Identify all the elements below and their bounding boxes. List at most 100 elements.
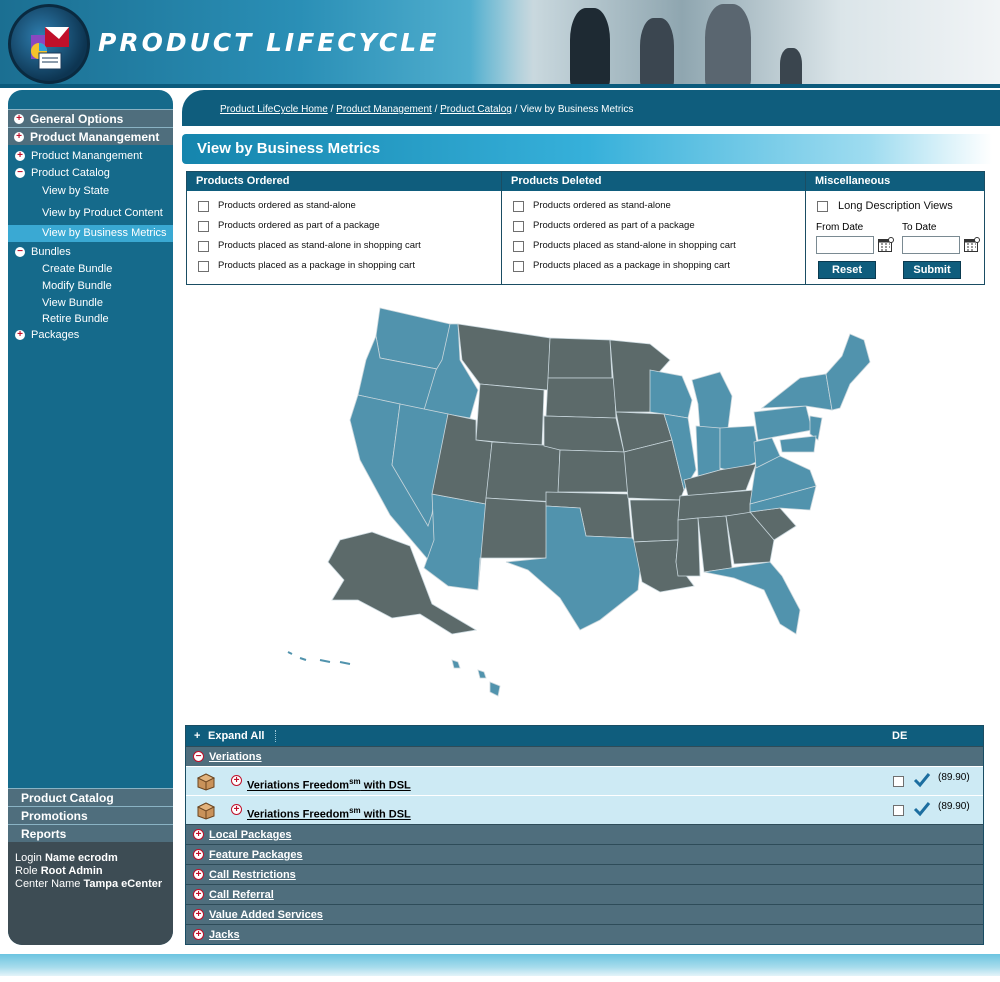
expand-plus-icon[interactable]: + — [193, 849, 204, 860]
filter-checkbox[interactable] — [198, 221, 209, 232]
state-wisconsin[interactable] — [649, 369, 693, 419]
state-new-england[interactable] — [825, 333, 871, 411]
state-kansas[interactable] — [557, 449, 629, 493]
sidebar-item-packages[interactable]: + Packages — [8, 327, 173, 344]
sidebar-section-product-management[interactable]: + Product Manangement — [8, 127, 173, 145]
service-mark: sm — [349, 806, 361, 815]
breadcrumb-link-home[interactable]: Product LifeCycle Home — [220, 104, 328, 115]
expand-all-button[interactable]: Expand All — [208, 726, 264, 746]
filter-header: Products Deleted — [502, 172, 805, 191]
filter-checkbox[interactable] — [513, 221, 524, 232]
to-date-input[interactable] — [902, 236, 960, 254]
sidebar-item-label: Product Catalog — [31, 167, 110, 179]
filter-header: Products Ordered — [187, 172, 501, 191]
sidebar-section-reports[interactable]: Reports — [8, 824, 173, 842]
expand-plus-icon[interactable]: + — [231, 804, 242, 815]
calendar-icon[interactable] — [878, 237, 894, 252]
filter-option[interactable]: Products ordered as stand-alone — [502, 196, 805, 216]
sidebar-section-promotions[interactable]: Promotions — [8, 806, 173, 824]
filter-column-products-deleted: Products Deleted Products ordered as sta… — [501, 172, 805, 284]
state-florida[interactable] — [703, 561, 801, 635]
category-veriations[interactable]: − Veriations — [186, 746, 983, 766]
filter-checkbox[interactable] — [513, 241, 524, 252]
category-call-restrictions[interactable]: + Call Restrictions — [186, 864, 983, 884]
state-arizona[interactable] — [423, 493, 487, 591]
expand-plus-icon[interactable]: + — [193, 909, 204, 920]
state-nebraska[interactable] — [543, 415, 625, 453]
category-feature-packages[interactable]: + Feature Packages — [186, 844, 983, 864]
filter-checkbox[interactable] — [513, 261, 524, 272]
category-label[interactable]: Jacks — [209, 929, 240, 941]
filter-checkbox[interactable] — [198, 201, 209, 212]
packages-table: + Expand All DE − Veriations + Veriation… — [185, 725, 984, 945]
state-pennsylvania[interactable] — [753, 405, 813, 441]
state-michigan[interactable] — [691, 371, 733, 431]
expand-plus-icon[interactable]: + — [193, 889, 204, 900]
filter-option[interactable]: Products placed as stand-alone in shoppi… — [187, 236, 501, 256]
state-hawaii[interactable] — [451, 659, 501, 697]
category-local-packages[interactable]: + Local Packages — [186, 824, 983, 844]
state-new-york[interactable] — [760, 373, 833, 411]
category-label[interactable]: Local Packages — [209, 829, 292, 841]
category-call-referral[interactable]: + Call Referral — [186, 884, 983, 904]
state-indiana[interactable] — [695, 425, 721, 477]
filter-option[interactable]: Products ordered as part of a package — [502, 216, 805, 236]
sidebar-item-view-by-business-metrics[interactable]: View by Business Metrics — [8, 225, 173, 242]
collapse-minus-icon[interactable]: − — [193, 751, 204, 762]
filter-option[interactable]: Products placed as a package in shopping… — [187, 256, 501, 276]
state-alabama[interactable] — [697, 515, 733, 573]
category-label[interactable]: Veriations — [209, 751, 262, 763]
expand-plus-icon[interactable]: + — [231, 775, 242, 786]
sidebar-item-modify-bundle[interactable]: Modify Bundle — [8, 278, 173, 295]
role-label: Role — [15, 865, 38, 877]
sidebar-item-bundles[interactable]: − Bundles — [8, 244, 173, 261]
user-info-panel: Login Name ecrodm Role Root Admin Center… — [8, 842, 173, 945]
breadcrumb-link-product-management[interactable]: Product Management — [336, 104, 432, 115]
filter-option[interactable]: Products ordered as stand-alone — [187, 196, 501, 216]
sidebar-item-view-by-product-content[interactable]: View by Product Content — [8, 205, 173, 222]
expand-plus-icon[interactable]: + — [193, 869, 204, 880]
filter-checkbox[interactable] — [198, 241, 209, 252]
long-description-option[interactable]: Long Description Views — [806, 196, 984, 216]
filter-option[interactable]: Products placed as a package in shopping… — [502, 256, 805, 276]
state-north-dakota[interactable] — [547, 337, 613, 379]
expand-all-icon: + — [194, 730, 201, 742]
sidebar-section-product-catalog[interactable]: Product Catalog — [8, 788, 173, 806]
category-label[interactable]: Call Restrictions — [209, 869, 296, 881]
state-wyoming[interactable] — [475, 383, 545, 447]
sidebar-section-general-options[interactable]: + General Options — [8, 109, 173, 127]
sidebar-item-retire-bundle[interactable]: Retire Bundle — [8, 312, 173, 327]
package-de-checkbox[interactable] — [893, 805, 904, 816]
calendar-icon[interactable] — [964, 237, 980, 252]
filter-option[interactable]: Products placed as stand-alone in shoppi… — [502, 236, 805, 256]
expand-plus-icon[interactable]: + — [193, 929, 204, 940]
filter-checkbox[interactable] — [513, 201, 524, 212]
packages-header: + Expand All DE — [186, 726, 983, 746]
category-jacks[interactable]: + Jacks — [186, 924, 983, 944]
category-label[interactable]: Value Added Services — [209, 909, 323, 921]
category-label[interactable]: Call Referral — [209, 889, 274, 901]
category-label[interactable]: Feature Packages — [209, 849, 303, 861]
state-maryland-delaware[interactable] — [779, 435, 817, 453]
sidebar-item-view-by-state[interactable]: View by State — [8, 183, 173, 200]
header-photo-figure — [640, 18, 674, 88]
package-de-checkbox[interactable] — [893, 776, 904, 787]
filter-option[interactable]: Products ordered as part of a package — [187, 216, 501, 236]
from-date-input[interactable] — [816, 236, 874, 254]
reset-button[interactable]: Reset — [818, 261, 876, 279]
sidebar-item-create-bundle[interactable]: Create Bundle — [8, 261, 173, 278]
expand-plus-icon[interactable]: + — [193, 829, 204, 840]
filter-checkbox[interactable] — [198, 261, 209, 272]
breadcrumb-link-product-catalog[interactable]: Product Catalog — [440, 104, 512, 115]
header-photo — [470, 0, 1000, 88]
filter-option-label: Products placed as a package in shopping… — [533, 260, 730, 271]
long-description-checkbox[interactable] — [817, 201, 828, 212]
category-value-added-services[interactable]: + Value Added Services — [186, 904, 983, 924]
sidebar-item-product-catalog[interactable]: − Product Catalog — [8, 165, 173, 182]
sidebar-item-view-bundle[interactable]: View Bundle — [8, 295, 173, 312]
state-south-dakota[interactable] — [545, 377, 617, 419]
submit-button[interactable]: Submit — [903, 261, 961, 279]
sidebar-item-product-management[interactable]: + Product Manangement — [8, 148, 173, 165]
state-arkansas[interactable] — [629, 499, 681, 543]
state-mississippi[interactable] — [675, 517, 701, 577]
